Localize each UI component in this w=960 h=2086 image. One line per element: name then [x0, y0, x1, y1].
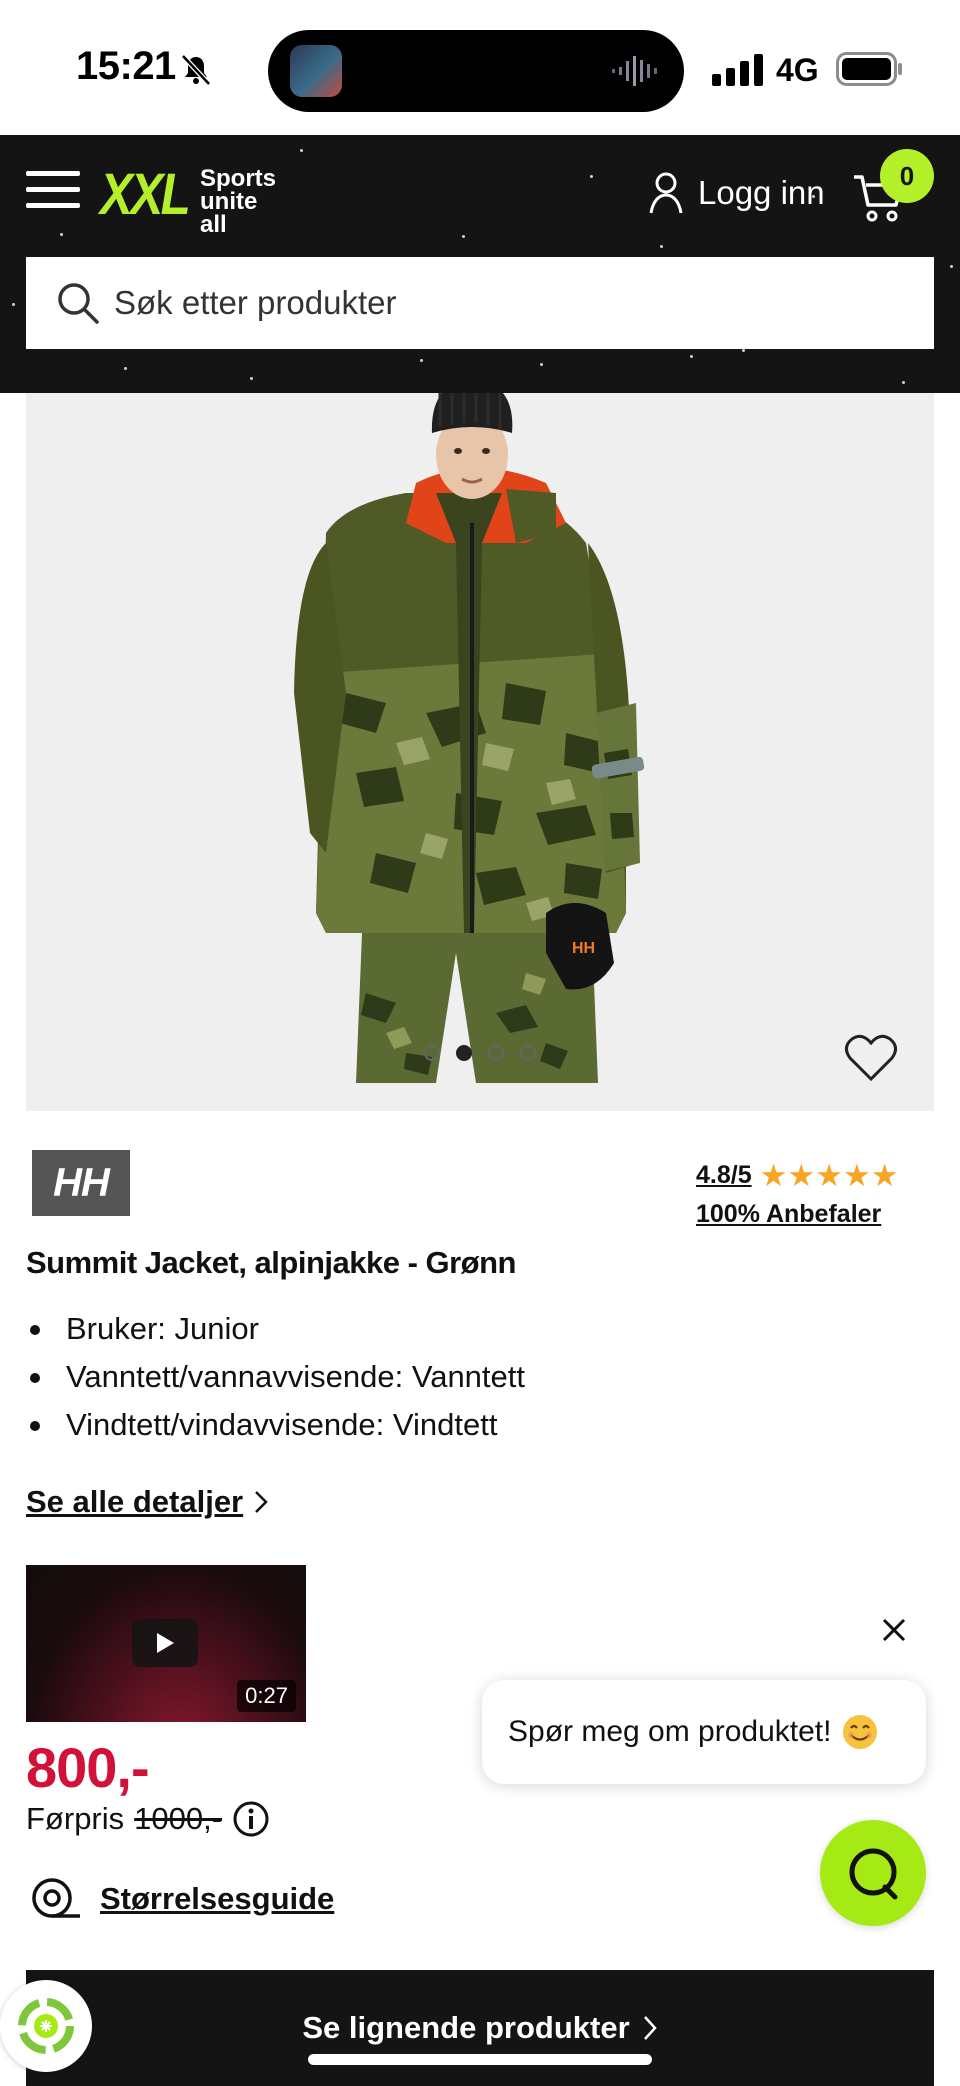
- rating-stars-icon: ★★★★★: [759, 1158, 899, 1193]
- info-icon[interactable]: [232, 1800, 270, 1838]
- search-icon: [58, 283, 99, 324]
- leaf-cycle-icon: [18, 1998, 74, 2054]
- now-playing-thumbnail: [290, 45, 342, 97]
- audio-wave-icon: [612, 56, 657, 86]
- chat-bubble-icon: [849, 1848, 898, 1900]
- favorite-heart-icon[interactable]: [844, 1033, 898, 1083]
- chat-prompt-bubble[interactable]: Spør meg om produktet!: [482, 1680, 926, 1784]
- product-image-gallery[interactable]: HH: [26, 393, 934, 1111]
- see-similar-products-button[interactable]: Se lignende produkter: [26, 1970, 934, 2086]
- product-photo: HH: [294, 393, 645, 1083]
- status-bar: 15:21 4G: [0, 0, 960, 135]
- previous-price-label: Førpris: [26, 1801, 125, 1836]
- sustainability-badge-button[interactable]: [0, 1980, 92, 2072]
- svg-text:HH: HH: [572, 940, 595, 957]
- logo-wordmark: XXL: [100, 162, 191, 227]
- battery-icon: [836, 52, 902, 86]
- network-type: 4G: [776, 52, 819, 88]
- user-icon: [649, 172, 683, 214]
- dynamic-island: [268, 30, 684, 112]
- chevron-right-icon: [643, 2016, 657, 2040]
- chat-prompt-text: Spør meg om produktet!: [508, 1715, 832, 1748]
- feature-item: Vindtett/vindavvisende: Vindtett: [26, 1401, 525, 1449]
- close-icon[interactable]: [876, 1612, 912, 1648]
- measuring-tape-icon: [32, 1878, 80, 1918]
- cart-count-badge[interactable]: 0: [880, 149, 934, 203]
- gallery-dot[interactable]: [520, 1045, 536, 1061]
- bell-muted-icon: [181, 54, 211, 86]
- chat-launcher-button[interactable]: [820, 1820, 926, 1926]
- video-play-button[interactable]: [132, 1619, 198, 1667]
- see-all-details-link[interactable]: Se alle detaljer: [26, 1484, 269, 1520]
- xxl-logo[interactable]: XXL Sports unite all: [100, 162, 276, 237]
- search-input[interactable]: [114, 284, 894, 322]
- details-link-label: Se alle detaljer: [26, 1484, 244, 1519]
- gallery-dot[interactable]: [488, 1045, 504, 1061]
- feature-item: Bruker: Junior: [26, 1305, 525, 1353]
- product-video-thumbnail[interactable]: 0:27: [26, 1565, 306, 1722]
- brand-logo[interactable]: HH: [32, 1150, 130, 1216]
- similar-products-label: Se lignende produkter: [302, 2010, 630, 2045]
- login-label: Logg inn: [698, 174, 825, 211]
- recommend-percentage[interactable]: 100% Anbefaler: [696, 1200, 881, 1229]
- previous-price-value: 1000,-: [134, 1801, 223, 1836]
- product-features: Bruker: Junior Vanntett/vannavvisende: V…: [26, 1305, 525, 1449]
- login-button[interactable]: Logg inn: [648, 171, 825, 215]
- hamburger-menu-icon[interactable]: [26, 169, 80, 211]
- video-duration: 0:27: [237, 1680, 296, 1712]
- home-indicator: [308, 2054, 652, 2065]
- status-time: 15:21: [76, 44, 176, 88]
- site-header: XXL Sports unite all Logg inn 0: [0, 135, 960, 393]
- product-rating[interactable]: 4.8/5 ★★★★★: [696, 1160, 899, 1191]
- product-price: 800,-: [26, 1736, 150, 1799]
- smiling-emoji-icon: [843, 1715, 878, 1749]
- previous-price: Førpris 1000,-: [26, 1800, 270, 1838]
- gallery-dot[interactable]: [424, 1045, 440, 1061]
- gallery-pagination: [26, 1045, 934, 1061]
- product-title: Summit Jacket, alpinjakke - Grønn: [26, 1245, 517, 1280]
- play-icon: [157, 1633, 174, 1653]
- logo-tagline: Sports unite all: [200, 165, 277, 238]
- rating-value[interactable]: 4.8/5: [696, 1161, 752, 1190]
- size-guide-link[interactable]: Størrelsesguide: [30, 1874, 334, 1924]
- cellular-signal-icon: [712, 54, 763, 86]
- feature-item: Vanntett/vannavvisende: Vanntett: [26, 1353, 525, 1401]
- gallery-dot-active[interactable]: [456, 1045, 472, 1061]
- chevron-right-icon: [255, 1491, 268, 1513]
- search-bar[interactable]: [26, 257, 934, 349]
- size-guide-label: Størrelsesguide: [100, 1881, 335, 1916]
